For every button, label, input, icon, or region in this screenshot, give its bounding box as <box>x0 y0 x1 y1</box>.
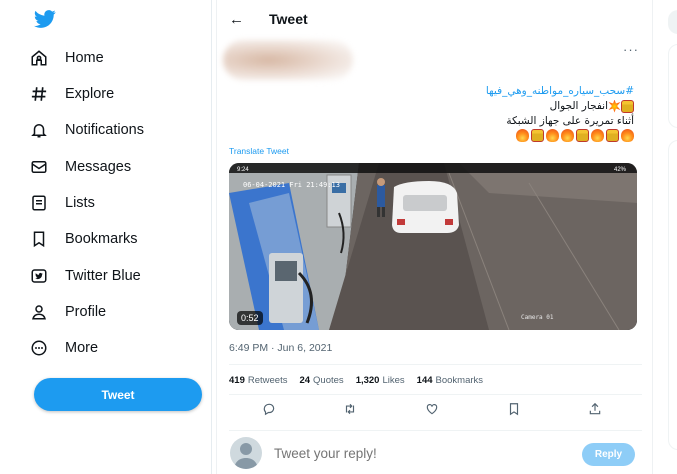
video-status-battery: 42% <box>614 167 627 173</box>
hashtag-icon <box>31 87 47 101</box>
tweet-text-line-2: أثناء تمريرة على جهاز الشبكة <box>506 115 634 127</box>
quotes-label: Quotes <box>313 375 344 386</box>
back-arrow-icon[interactable]: ← <box>229 11 244 28</box>
video-duration-badge: 0:52 <box>237 311 263 325</box>
twitter-blue-icon <box>31 269 47 283</box>
tweet-hashtag[interactable]: #سحب_سياره_مواطنه_وهي_فيها <box>486 84 634 99</box>
sidebar-item-label: More <box>65 340 99 356</box>
twitter-app: Home Explore Notifications Messages List… <box>0 0 677 474</box>
tweet-actions <box>229 402 642 422</box>
share-icon[interactable] <box>588 402 606 420</box>
sidebar-item-more[interactable]: More <box>30 333 98 363</box>
sidebar-item-label: Bookmarks <box>65 231 138 247</box>
bookmarks-stat[interactable]: 144 Bookmarks <box>417 375 483 386</box>
emoji-row <box>516 129 634 142</box>
sidebar-item-bookmarks[interactable]: Bookmarks <box>30 224 138 254</box>
person-icon <box>32 305 46 320</box>
quotes-stat[interactable]: 24 Quotes <box>299 375 343 386</box>
reply-input[interactable] <box>274 446 574 461</box>
video-overlay-date: 06-04-2021 Fri 21:49:13 <box>243 181 340 189</box>
fire-emoji-icon <box>621 129 634 142</box>
divider <box>229 430 642 431</box>
cctv-video-frame: 9:24 42% 06-04-2021 Fri 21:49:13 Camera … <box>229 163 637 330</box>
likes-label: Likes <box>382 375 405 386</box>
fuel-pump-emoji-icon <box>576 129 589 142</box>
sidebar-item-explore[interactable]: Explore <box>30 79 114 109</box>
more-circle-icon <box>31 340 47 356</box>
reply-button[interactable]: Reply <box>582 443 635 466</box>
sidebar-item-label: Explore <box>65 86 115 102</box>
sidebar-item-label: Profile <box>65 304 107 320</box>
fire-emoji-icon <box>546 129 559 142</box>
fire-emoji-icon <box>516 129 529 142</box>
sidebar-item-label: Messages <box>65 159 132 175</box>
home-icon <box>31 50 47 66</box>
sidebar-item-messages[interactable]: Messages <box>30 152 131 182</box>
page-header: ← Tweet <box>217 0 654 40</box>
search-box[interactable] <box>668 10 677 34</box>
tweet-text-line-1: انفجار الجوال <box>550 99 634 114</box>
blurred-author-info[interactable] <box>223 40 353 80</box>
retweets-label: Retweets <box>247 375 288 386</box>
fuel-pump-emoji-icon <box>531 129 544 142</box>
bell-icon <box>31 124 47 138</box>
like-icon[interactable] <box>425 402 443 420</box>
fuel-pump-emoji-icon <box>606 129 619 142</box>
tweet-detail-column: ← Tweet ··· #سحب_سياره_مواطنه_وهي_فيها ا… <box>216 0 653 474</box>
retweets-stat[interactable]: 419 Retweets <box>229 375 287 386</box>
likes-count: 1,320 <box>355 375 380 386</box>
sidebar-item-home[interactable]: Home <box>30 43 104 73</box>
page-title: Tweet <box>269 11 308 27</box>
sidebar-item-notifications[interactable]: Notifications <box>30 115 144 145</box>
sidebar-item-profile[interactable]: Profile <box>30 297 106 327</box>
tweet-stats: 419 Retweets 24 Quotes 1,320 Likes 144 Bookm… <box>229 375 483 386</box>
collision-emoji-icon <box>608 99 621 113</box>
tweet-button[interactable]: Tweet <box>34 378 202 411</box>
quotes-count: 24 <box>299 375 311 386</box>
list-icon <box>32 195 46 211</box>
tweet-video-player[interactable]: 9:24 42% 06-04-2021 Fri 21:49:13 Camera … <box>229 163 637 330</box>
fire-emoji-icon <box>561 129 574 142</box>
twitter-bird-icon[interactable] <box>34 8 58 32</box>
retweet-icon[interactable] <box>343 402 361 420</box>
sidebar-item-lists[interactable]: Lists <box>30 188 95 218</box>
sidebar-item-label: Notifications <box>65 122 144 138</box>
sidebar: Home Explore Notifications Messages List… <box>12 0 212 474</box>
sidebar-item-twitter-blue[interactable]: Twitter Blue <box>30 261 141 291</box>
right-panel-card <box>668 140 677 450</box>
default-avatar-icon <box>234 443 258 469</box>
likes-stat[interactable]: 1,320 Likes <box>356 375 405 386</box>
fire-emoji-icon <box>591 129 604 142</box>
sidebar-item-label: Lists <box>65 195 95 211</box>
tweet-text-line-1-text: انفجار الجوال <box>549 100 608 112</box>
right-sidebar <box>662 0 677 474</box>
retweets-count: 419 <box>229 375 245 386</box>
reply-icon[interactable] <box>262 402 280 420</box>
tweet-timestamp[interactable]: 6:49 PM · Jun 6, 2021 <box>229 342 332 354</box>
envelope-icon <box>31 161 47 173</box>
right-panel-card <box>668 44 677 128</box>
sidebar-item-label: Twitter Blue <box>65 268 141 284</box>
video-status-time: 9:24 <box>237 167 249 173</box>
video-camera-label: Camera 01 <box>521 314 554 321</box>
avatar[interactable] <box>230 437 262 469</box>
sidebar-item-label: Home <box>65 50 104 66</box>
divider <box>229 364 642 365</box>
bookmarks-count: 144 <box>416 375 433 386</box>
divider <box>229 394 642 395</box>
bookmarks-label: Bookmarks <box>435 375 484 386</box>
fuel-pump-emoji-icon <box>621 99 634 113</box>
more-options-icon[interactable]: ··· <box>623 42 639 57</box>
translate-tweet-link[interactable]: Translate Tweet <box>229 146 289 156</box>
bookmark-icon <box>33 231 45 248</box>
bookmark-icon[interactable] <box>507 402 525 420</box>
